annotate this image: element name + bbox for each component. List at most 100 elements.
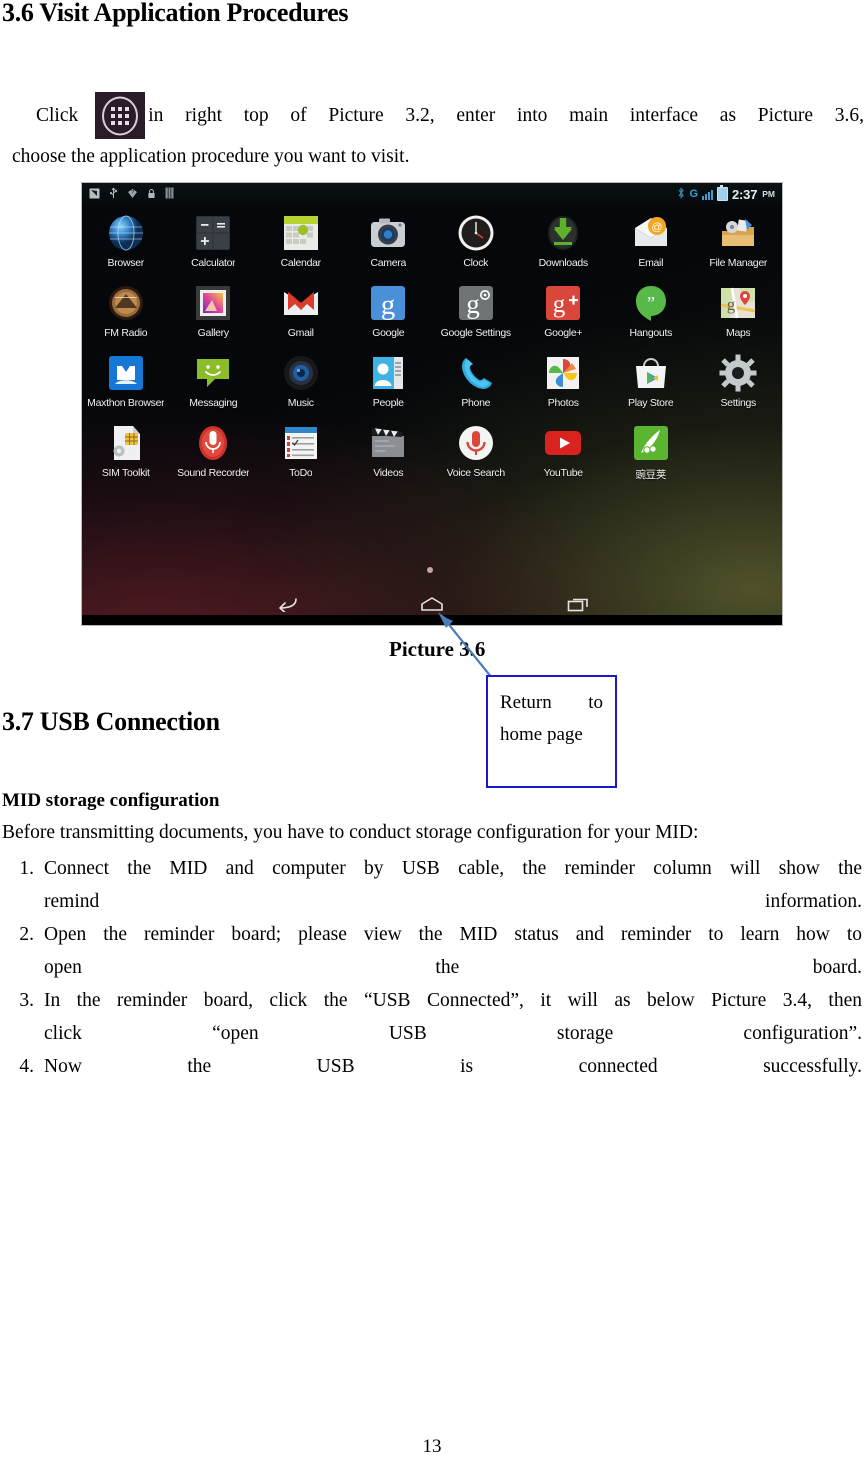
usb-step-line: open the board.	[44, 957, 862, 978]
app-icon-cell[interactable]: @ Email	[607, 207, 695, 277]
app-icon-cell[interactable]: Sound Recorder	[170, 417, 258, 487]
play-store-icon[interactable]	[629, 351, 673, 395]
app-icon-cell[interactable]: Videos	[345, 417, 433, 487]
people-contacts-icon[interactable]	[366, 351, 410, 395]
app-label: Gallery	[197, 327, 229, 339]
paragraph-word: as	[719, 105, 737, 126]
status-bar-meridiem: PM	[762, 189, 775, 199]
app-icon-cell[interactable]: g Google	[345, 277, 433, 347]
usb-step-line: click “open USB storage configuration”.	[44, 1023, 862, 1044]
app-icon-cell[interactable]: Gallery	[170, 277, 258, 347]
debug-icon: ?	[127, 188, 138, 201]
browser-globe-icon[interactable]	[104, 211, 148, 255]
app-icon-cell[interactable]: Voice Search	[432, 417, 520, 487]
app-icon-cell[interactable]: Play Store	[607, 347, 695, 417]
app-label: YouTube	[543, 467, 583, 479]
app-icon-cell[interactable]: Photos	[520, 347, 608, 417]
app-icon-cell[interactable]: ” Hangouts	[607, 277, 695, 347]
app-icon-cell[interactable]: Phone	[432, 347, 520, 417]
app-icon-cell[interactable]: People	[345, 347, 433, 417]
app-label: SIM Toolkit	[101, 467, 150, 479]
app-icon-cell[interactable]: g Maps	[695, 277, 783, 347]
usb-step-text: Open the reminder board; please view the…	[44, 918, 864, 984]
app-icon-cell[interactable]: Maxthon Browser	[82, 347, 170, 417]
file-manager-icon[interactable]	[716, 211, 760, 255]
clock-icon[interactable]	[454, 211, 498, 255]
app-label: Google+	[544, 327, 583, 339]
app-icon-cell[interactable]: File Manager	[695, 207, 783, 277]
videos-clapper-icon[interactable]	[366, 421, 410, 465]
camera-icon[interactable]	[366, 211, 410, 255]
back-icon[interactable]	[268, 591, 302, 617]
settings-gear-icon[interactable]	[716, 351, 760, 395]
paragraph-word: of	[290, 105, 307, 126]
calendar-icon[interactable]	[279, 211, 323, 255]
app-icon-cell[interactable]: Music	[257, 347, 345, 417]
paragraph-word: in	[148, 105, 164, 126]
callout-line-1: Return to	[500, 687, 603, 719]
app-icon-cell[interactable]: Browser	[82, 207, 170, 277]
usb-step-line: Now the USB is connected successfully.	[44, 1056, 862, 1077]
lock-icon	[147, 188, 156, 201]
usb-step-text: In the reminder board, click the “USB Co…	[44, 984, 864, 1050]
maxthon-icon[interactable]	[104, 351, 148, 395]
app-icon-cell[interactable]: YouTube	[520, 417, 608, 487]
calculator-icon[interactable]	[191, 211, 235, 255]
hangouts-icon[interactable]: ”	[629, 281, 673, 325]
paragraph-line-1: Click in right top of Picture 3.2, enter into ma…	[12, 92, 864, 139]
app-label: Hangouts	[629, 327, 673, 339]
app-icon-cell[interactable]: 豌豆荚	[607, 417, 695, 487]
document-page: 3.6 Visit Application Procedures Click i…	[0, 0, 864, 1475]
music-speaker-icon[interactable]	[279, 351, 323, 395]
gmail-icon[interactable]	[279, 281, 323, 325]
wandoujia-icon[interactable]	[629, 421, 673, 465]
fm-radio-icon[interactable]	[104, 281, 148, 325]
app-icon-cell[interactable]: Calculator	[170, 207, 258, 277]
app-icon-cell[interactable]: Downloads	[520, 207, 608, 277]
app-icon-cell[interactable]: Settings	[695, 347, 783, 417]
svg-text:”: ”	[647, 293, 655, 313]
todo-list-icon[interactable]	[279, 421, 323, 465]
app-label: Calculator	[191, 257, 236, 269]
sound-recorder-mic-icon[interactable]	[191, 421, 235, 465]
app-icon-cell[interactable]: Messaging	[170, 347, 258, 417]
gallery-icon[interactable]	[191, 281, 235, 325]
app-label: Messaging	[189, 397, 238, 409]
page-number: 13	[422, 1436, 442, 1457]
app-label: Settings	[720, 397, 757, 409]
phone-handset-icon[interactable]	[454, 351, 498, 395]
photos-pinwheel-icon[interactable]	[541, 351, 585, 395]
android-home-screenshot: ? G 2:37 PM Browser Calculator Calendar …	[82, 183, 782, 625]
downloads-arrow-icon[interactable]	[541, 211, 585, 255]
usb-step-item: 1. Connect the MID and computer by USB ca…	[0, 852, 864, 918]
voice-search-mic-icon[interactable]	[454, 421, 498, 465]
usb-step-number: 2.	[19, 924, 34, 945]
youtube-icon[interactable]	[541, 421, 585, 465]
section-3-6-paragraph: Click in right top of Picture 3.2, enter into ma…	[12, 92, 864, 174]
maps-icon[interactable]: g	[716, 281, 760, 325]
app-icon-cell[interactable]: SIM Toolkit	[82, 417, 170, 487]
app-icon-cell[interactable]: g Google Settings	[432, 277, 520, 347]
app-icon-cell[interactable]: Clock	[432, 207, 520, 277]
app-icon-cell[interactable]: FM Radio	[82, 277, 170, 347]
messaging-icon[interactable]	[191, 351, 235, 395]
app-icon-cell[interactable]: Gmail	[257, 277, 345, 347]
recents-icon[interactable]	[562, 591, 596, 617]
google-plus-icon[interactable]: g	[541, 281, 585, 325]
app-icon-cell[interactable]: Calendar	[257, 207, 345, 277]
sim-toolkit-icon[interactable]	[104, 421, 148, 465]
google-settings-icon[interactable]: g	[454, 281, 498, 325]
usb-step-item: 3. In the reminder board, click the “USB …	[0, 984, 864, 1050]
app-icon-cell[interactable]: g Google+	[520, 277, 608, 347]
app-label: Google Settings	[440, 327, 511, 339]
app-label: FM Radio	[104, 327, 148, 339]
google-icon[interactable]: g	[366, 281, 410, 325]
usb-steps-list: 1. Connect the MID and computer by USB ca…	[0, 852, 864, 1083]
email-envelope-icon[interactable]: @	[629, 211, 673, 255]
app-icon-cell[interactable]: Camera	[345, 207, 433, 277]
bluetooth-icon	[677, 187, 685, 201]
paragraph-word: 3.6,	[834, 105, 864, 126]
usb-icon	[109, 187, 118, 201]
app-label: ToDo	[289, 467, 313, 479]
app-icon-cell[interactable]: ToDo	[257, 417, 345, 487]
